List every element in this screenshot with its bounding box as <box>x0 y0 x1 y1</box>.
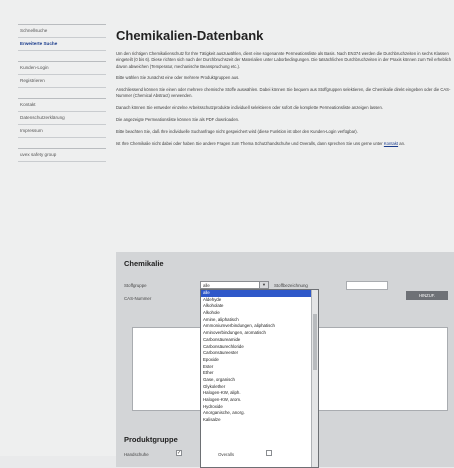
sidebar-item-uvex[interactable]: uvex safety group <box>18 149 106 162</box>
dropdown-option[interactable]: alle <box>201 290 318 297</box>
sidebar-item-privacy[interactable]: Datenschutzerklärung <box>18 112 106 125</box>
substance-group-dropdown[interactable]: alle Aldehyde Alkoholate Alkohole Amine, ali… <box>200 289 319 468</box>
substance-name-label: Stoffbezeichnung <box>274 283 308 288</box>
sidebar-item-login[interactable]: Kunden-Login <box>18 62 106 75</box>
login-note: Bitte beachten Sie, daß Ihre individuell… <box>116 128 358 134</box>
dropdown-scrollbar[interactable] <box>311 290 318 467</box>
dropdown-option[interactable]: Alkohole <box>201 310 318 317</box>
scrollbar-thumb[interactable] <box>313 314 317 370</box>
dropdown-option[interactable]: Carbonsäureester <box>201 350 318 357</box>
dropdown-option[interactable]: Ammoniumverbindungen, aliphatisch <box>201 323 318 330</box>
dropdown-option[interactable]: Hydroxide <box>201 404 318 411</box>
sidebar-group-search: Schnellsuche Erweiterte Suche <box>18 24 106 51</box>
substance-group-value: alle <box>203 283 210 288</box>
dropdown-option[interactable]: Alkoholate <box>201 303 318 310</box>
contact-note: Ist Ihre Chemikalie nicht dabei oder hab… <box>116 140 406 146</box>
dropdown-option[interactable]: Amine, aliphatisch <box>201 317 318 324</box>
dropdown-option[interactable]: Gase, organisch <box>201 377 318 384</box>
chevron-down-icon[interactable]: ▼ <box>259 282 268 288</box>
dropdown-option[interactable]: Carbonsäurechloride <box>201 344 318 351</box>
substance-group-select[interactable]: alle ▼ <box>200 281 269 289</box>
dropdown-option[interactable]: Carbonsäureamide <box>201 337 318 344</box>
substance-name-input[interactable] <box>346 281 388 290</box>
dropdown-option[interactable]: Ester <box>201 364 318 371</box>
chemicals-heading: Chemikalie <box>124 259 164 268</box>
sidebar-group-info: Kontakt Datenschutzerklärung Impressum <box>18 98 106 138</box>
sidebar-item-contact[interactable]: Kontakt <box>18 99 106 112</box>
dropdown-option[interactable]: Kalisalze <box>201 417 318 424</box>
cas-number-label: CAS-Nummer <box>124 296 152 301</box>
sidebar-item-advanced-search[interactable]: Erweiterte Suche <box>18 38 106 51</box>
page: Schnellsuche Erweiterte Suche Kunden-Log… <box>0 0 454 468</box>
dropdown-options: alle Aldehyde Alkoholate Alkohole Amine, ali… <box>201 290 318 424</box>
sidebar-group-company: uvex safety group <box>18 148 106 162</box>
instruction-product-group: Bitte wählen Sie zunächst eine oder mehr… <box>116 75 240 81</box>
search-form: Chemikalie Stoffgruppe alle ▼ Stoffbezei… <box>116 252 454 468</box>
sidebar-item-imprint[interactable]: Impressum <box>18 125 106 138</box>
add-button[interactable]: HINZUF. <box>406 291 448 300</box>
dropdown-option[interactable]: Halogen-KW, arom. <box>201 397 318 404</box>
dropdown-option[interactable]: Aldehyde <box>201 297 318 304</box>
instruction-products: Danach können Sie entweder einzelne Arbe… <box>116 105 383 111</box>
contact-link[interactable]: Kontakt <box>384 141 398 146</box>
overalls-label: Overalls <box>218 452 235 457</box>
sidebar-item-quick-search[interactable]: Schnellsuche <box>18 25 106 38</box>
gloves-label: Handschuhe <box>124 452 149 457</box>
dropdown-option[interactable]: Ether <box>201 370 318 377</box>
gloves-checkbox[interactable]: ✓ <box>176 450 182 456</box>
dropdown-option[interactable]: Anorganische, anorg. <box>201 410 318 417</box>
main-content: Chemikalien-Datenbank Um den richtigen C… <box>110 14 454 468</box>
sidebar-nav: Schnellsuche Erweiterte Suche Kunden-Log… <box>18 24 106 172</box>
overalls-checkbox[interactable] <box>266 450 272 456</box>
sidebar-item-register[interactable]: Registrieren <box>18 75 106 88</box>
intro-paragraph: Um den richtigen Chemikalienschutz für I… <box>116 51 452 69</box>
instruction-substances: Anschliessend können Sie einen oder mehr… <box>116 87 451 99</box>
page-title: Chemikalien-Datenbank <box>116 28 264 43</box>
dropdown-option[interactable]: Halogen-KW, aliph. <box>201 390 318 397</box>
contact-note-text: Ist Ihre Chemikalie nicht dabei oder hab… <box>116 140 383 146</box>
sidebar-group-account: Kunden-Login Registrieren <box>18 61 106 88</box>
dropdown-option[interactable]: Aminoverbindungen, aromatisch <box>201 330 318 337</box>
product-group-heading: Produktgruppe <box>124 435 178 444</box>
substance-group-label: Stoffgruppe <box>124 283 147 288</box>
dropdown-option[interactable]: Epoxide <box>201 357 318 364</box>
instruction-pdf: Die angezeigte Permeationsliste können S… <box>116 117 240 123</box>
dropdown-option[interactable]: Glykolether <box>201 384 318 391</box>
